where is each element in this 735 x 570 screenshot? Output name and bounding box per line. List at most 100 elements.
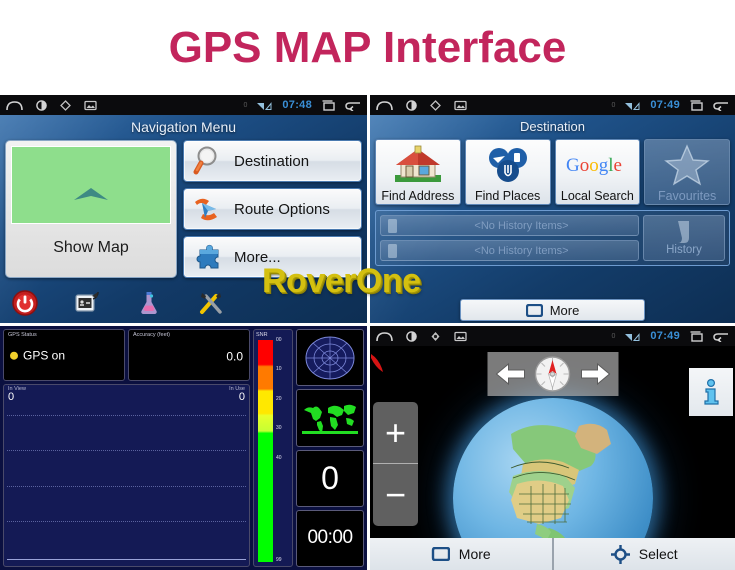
back-icon[interactable] bbox=[713, 331, 729, 342]
screenshot-icon[interactable] bbox=[454, 100, 467, 111]
history-item[interactable]: <No History Items> bbox=[380, 215, 639, 236]
gps-signal-icon[interactable] bbox=[74, 290, 100, 316]
brightness-icon[interactable] bbox=[406, 99, 417, 111]
snr-ticks: 00 10 20 30 40 99 bbox=[276, 337, 292, 563]
position-arrow-icon bbox=[74, 188, 108, 201]
nav-button-destination-label: Destination bbox=[234, 152, 310, 170]
info-button[interactable] bbox=[689, 368, 733, 416]
tile-find-address[interactable]: Find Address bbox=[375, 139, 461, 205]
destination-more-button[interactable]: More bbox=[460, 299, 645, 321]
satellite-baseline bbox=[7, 559, 246, 560]
flask-icon[interactable] bbox=[136, 290, 162, 316]
panel-navigation-menu: 0 07:48 Navigation Menu Show Map Destina… bbox=[0, 95, 367, 323]
screenshot-icon[interactable] bbox=[84, 100, 97, 111]
screenshot-icon[interactable] bbox=[454, 331, 467, 342]
location-icon[interactable] bbox=[430, 331, 441, 342]
compass-needle-icon[interactable] bbox=[534, 355, 572, 393]
destination-more-label: More bbox=[549, 302, 580, 318]
recents-icon[interactable] bbox=[689, 99, 704, 111]
google-logo-icon: Google bbox=[556, 140, 640, 189]
page-title: GPS MAP Interface bbox=[168, 22, 567, 72]
nav-menu-toolbar bbox=[0, 283, 367, 323]
map-preview[interactable] bbox=[11, 146, 171, 224]
nav-menu-title: Navigation Menu bbox=[130, 119, 237, 135]
show-map-button[interactable]: Show Map bbox=[5, 140, 177, 278]
power-icon[interactable] bbox=[12, 290, 38, 316]
zoom-in-button[interactable]: + bbox=[373, 402, 418, 464]
nav-button-more[interactable]: More... bbox=[183, 236, 362, 278]
back-icon[interactable] bbox=[345, 100, 361, 111]
globe-body: + − More Select bbox=[370, 346, 735, 570]
panel-gps-status: GPS Status GPS on Accuracy (feet) 0.0 In… bbox=[0, 323, 367, 570]
brightness-icon[interactable] bbox=[36, 99, 47, 111]
rounded-square-icon bbox=[525, 303, 543, 317]
snr-tick: 99 bbox=[276, 557, 282, 563]
diamond-icon[interactable] bbox=[60, 99, 71, 111]
gps-accuracy-value: 0.0 bbox=[226, 349, 243, 364]
destination-body: Destination Find Address Find Places Goo… bbox=[370, 115, 735, 323]
tile-favourites[interactable]: Favourites bbox=[644, 139, 730, 205]
tile-local-search[interactable]: Google Local Search bbox=[554, 139, 641, 205]
destination-tiles: Find Address Find Places Google Local Se… bbox=[370, 139, 735, 205]
recents-icon[interactable] bbox=[689, 330, 704, 342]
crosshair-icon bbox=[610, 544, 630, 564]
gps-accuracy-box: Accuracy (feet) 0.0 bbox=[128, 329, 250, 381]
tile-find-places-label: Find Places bbox=[474, 189, 541, 203]
nav-button-destination[interactable]: Destination bbox=[183, 140, 362, 182]
globe-more-button[interactable]: More bbox=[370, 538, 552, 570]
tile-find-address-label: Find Address bbox=[381, 189, 455, 203]
scroll-icon bbox=[388, 218, 397, 233]
recents-icon[interactable] bbox=[321, 99, 336, 111]
home-icon[interactable] bbox=[376, 331, 393, 342]
zoom-out-button[interactable]: − bbox=[373, 464, 418, 526]
snr-legend: SNR 00 10 20 30 40 99 bbox=[253, 329, 293, 567]
history-button-label: History bbox=[666, 244, 702, 256]
panel-destination: 0 07:49 Destination Find Address Find Pl… bbox=[367, 95, 735, 323]
history-item[interactable]: <No History Items> bbox=[380, 240, 639, 261]
scroll-icon bbox=[678, 221, 689, 243]
nav-button-route-options[interactable]: Route Options bbox=[183, 188, 362, 230]
nav-button-more-label: More... bbox=[234, 248, 281, 266]
speed-value: 0 bbox=[321, 459, 339, 496]
back-icon[interactable] bbox=[713, 100, 729, 111]
tools-icon[interactable] bbox=[198, 290, 224, 316]
history-section: <No History Items> <No History Items> Hi… bbox=[375, 210, 730, 266]
home-icon[interactable] bbox=[376, 100, 393, 111]
status-bar-clock: 07:49 bbox=[650, 99, 680, 111]
snr-tick: 20 bbox=[276, 395, 282, 402]
history-button[interactable]: History bbox=[643, 215, 725, 261]
arrow-right-icon[interactable] bbox=[580, 362, 610, 386]
tile-local-search-label: Local Search bbox=[560, 189, 634, 203]
snr-color-bar bbox=[258, 340, 273, 562]
world-map-icon[interactable] bbox=[296, 389, 364, 447]
sky-view-radar[interactable] bbox=[296, 329, 364, 387]
info-icon bbox=[704, 378, 719, 405]
satellite-gridlines bbox=[7, 415, 246, 556]
home-icon[interactable] bbox=[6, 100, 23, 111]
speed-display: 0 bbox=[296, 449, 364, 507]
compass-pan-bar bbox=[487, 352, 618, 396]
wifi-icon bbox=[625, 101, 640, 110]
puzzle-piece-icon bbox=[196, 244, 219, 269]
screenshot-grid: 0 07:48 Navigation Menu Show Map Destina… bbox=[0, 95, 735, 570]
snr-tick: 30 bbox=[276, 425, 282, 432]
nav-menu-body: Navigation Menu Show Map Destination Rou… bbox=[0, 115, 367, 323]
zoom-controls: + − bbox=[373, 402, 418, 526]
tile-favourites-label: Favourites bbox=[657, 189, 717, 203]
star-icon bbox=[645, 140, 729, 189]
arrow-left-icon[interactable] bbox=[495, 362, 525, 386]
history-item-label: <No History Items> bbox=[474, 244, 569, 257]
tile-find-places[interactable]: Find Places bbox=[464, 139, 551, 205]
gps-status-value: GPS on bbox=[23, 348, 66, 363]
android-status-bar-globe: 0 07:49 bbox=[370, 326, 735, 346]
page-header: GPS MAP Interface bbox=[0, 0, 735, 95]
diamond-icon[interactable] bbox=[430, 99, 441, 111]
battery-indicator: 0 bbox=[611, 332, 616, 340]
poi-balloons-icon bbox=[466, 140, 550, 189]
brightness-icon[interactable] bbox=[406, 330, 417, 342]
gps-status-box: GPS Status GPS on bbox=[3, 329, 125, 381]
globe-select-button[interactable]: Select bbox=[551, 538, 735, 570]
gps-status-label: GPS Status bbox=[8, 332, 37, 338]
clock-display: 00:00 bbox=[296, 509, 364, 567]
rounded-square-icon bbox=[431, 547, 450, 561]
